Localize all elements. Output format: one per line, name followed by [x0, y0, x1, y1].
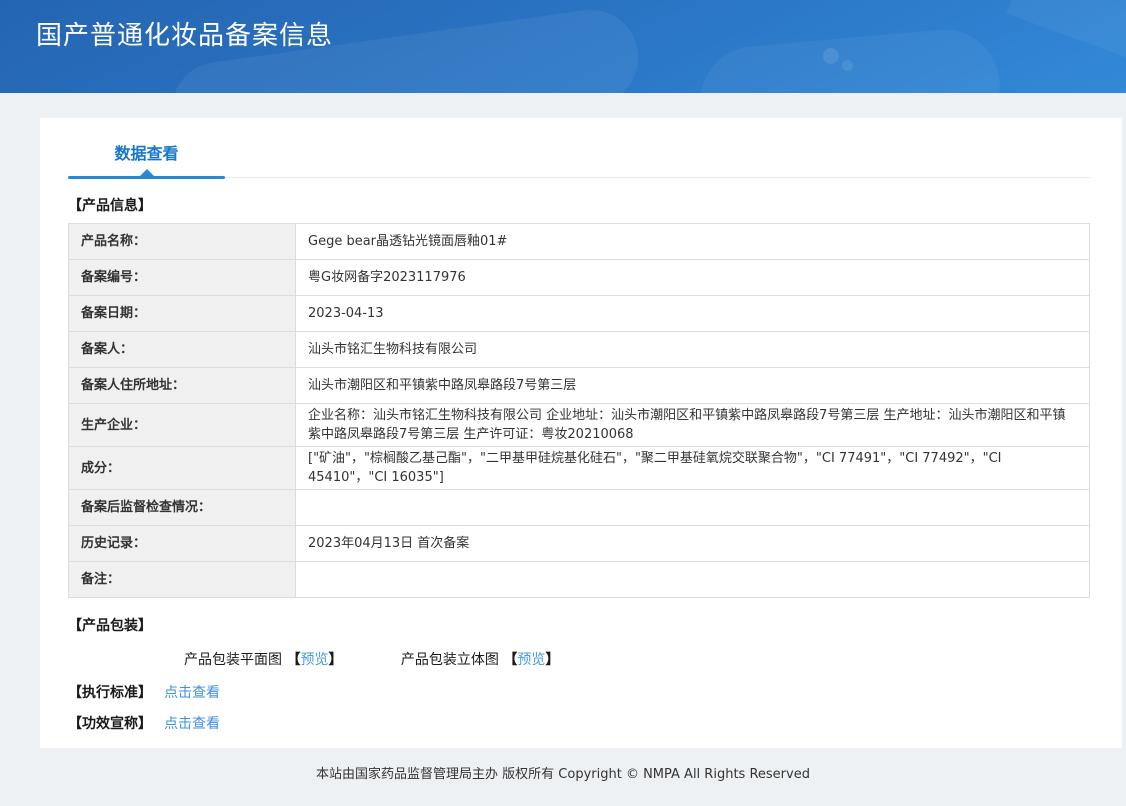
efficacy-claim-row: 【功效宣称】点击查看 [68, 711, 1090, 742]
table-row: 备注： [69, 562, 1090, 598]
row-label-product-name: 产品名称： [69, 224, 296, 260]
tab-data-view-label: 数据查看 [114, 144, 178, 163]
row-value-manufacturer: 企业名称：汕头市铭汇生物科技有限公司 企业地址：汕头市潮阳区和平镇紫中路凤皋路段… [296, 404, 1090, 447]
table-row: 历史记录： 2023年04月13日 首次备案 [69, 526, 1090, 562]
section-title-execution-standard: 【执行标准】 [68, 685, 152, 701]
row-value-registration-number: 粤G妆网备字2023117976 [296, 260, 1090, 296]
row-label-registration-number: 备案编号： [69, 260, 296, 296]
row-value-history: 2023年04月13日 首次备案 [296, 526, 1090, 562]
row-value-registrant-address: 汕头市潮阳区和平镇紫中路凤皋路段7号第三层 [296, 368, 1090, 404]
bracket-close: 】 [545, 652, 559, 668]
efficacy-claim-view-link[interactable]: 点击查看 [164, 716, 220, 732]
packaging-previews-row: 产品包装平面图 【预览】 产品包装立体图 【预览】 [80, 637, 1122, 673]
row-label-manufacturer: 生产企业： [69, 404, 296, 447]
table-row: 备案编号： 粤G妆网备字2023117976 [69, 260, 1090, 296]
tab-bar: 数据查看 [68, 118, 1090, 178]
page-title: 国产普通化妆品备案信息 [36, 15, 333, 52]
active-tab-arrow-icon [140, 169, 154, 176]
section-title-product-info: 【产品信息】 [68, 178, 1090, 223]
row-value-product-name: Gege bear晶透钻光镜面唇釉01# [296, 224, 1090, 260]
packaging-plan-label: 产品包装平面图 [184, 652, 282, 668]
active-tab-underline [68, 176, 225, 179]
packaging-solid-preview-link[interactable]: 预览 [517, 652, 545, 668]
section-title-efficacy-claim: 【功效宣称】 [68, 716, 152, 732]
product-info-table: 产品名称： Gege bear晶透钻光镜面唇釉01# 备案编号： 粤G妆网备字2… [68, 223, 1090, 598]
row-value-supervision-check [296, 490, 1090, 526]
header-decorative-circle [842, 60, 853, 71]
row-value-remarks [296, 562, 1090, 598]
packaging-plan-preview-link[interactable]: 预览 [300, 652, 328, 668]
header-decorative-circle [823, 48, 839, 64]
packaging-solid-label: 产品包装立体图 [401, 652, 499, 668]
packaging-plan-group: 产品包装平面图 【预览】 [184, 649, 342, 669]
row-label-ingredients: 成分： [69, 447, 296, 490]
page-header-banner: 国产普通化妆品备案信息 [0, 0, 1126, 93]
packaging-solid-group: 产品包装立体图 【预览】 [401, 649, 559, 669]
row-label-registrant: 备案人： [69, 332, 296, 368]
table-row: 备案人住所地址： 汕头市潮阳区和平镇紫中路凤皋路段7号第三层 [69, 368, 1090, 404]
table-row: 备案日期： 2023-04-13 [69, 296, 1090, 332]
row-value-ingredients: ["矿油"，"棕榈酸乙基己酯"，"二甲基甲硅烷基化硅石"，"聚二甲基硅氧烷交联聚… [296, 447, 1090, 490]
tab-data-view[interactable]: 数据查看 [68, 140, 225, 177]
table-row: 备案人： 汕头市铭汇生物科技有限公司 [69, 332, 1090, 368]
execution-standard-row: 【执行标准】点击查看 [68, 673, 1090, 711]
row-label-registration-date: 备案日期： [69, 296, 296, 332]
header-decorative-shape [696, 25, 1004, 93]
row-value-registrant: 汕头市铭汇生物科技有限公司 [296, 332, 1090, 368]
bracket-open: 【 [286, 652, 300, 668]
content-card: 数据查看 【产品信息】 产品名称： Gege bear晶透钻光镜面唇釉01# 备… [40, 118, 1122, 748]
row-value-registration-date: 2023-04-13 [296, 296, 1090, 332]
section-title-packaging: 【产品包装】 [68, 598, 1090, 637]
row-label-registrant-address: 备案人住所地址： [69, 368, 296, 404]
table-row: 成分： ["矿油"，"棕榈酸乙基己酯"，"二甲基甲硅烷基化硅石"，"聚二甲基硅氧… [69, 447, 1090, 490]
footer-copyright: 本站由国家药品监督管理局主办 版权所有 Copyright © NMPA All… [0, 748, 1126, 782]
execution-standard-view-link[interactable]: 点击查看 [164, 685, 220, 701]
header-decorative-shape [1007, 0, 1126, 62]
table-row: 生产企业： 企业名称：汕头市铭汇生物科技有限公司 企业地址：汕头市潮阳区和平镇紫… [69, 404, 1090, 447]
row-label-remarks: 备注： [69, 562, 296, 598]
row-label-supervision-check: 备案后监督检查情况： [69, 490, 296, 526]
table-row: 产品名称： Gege bear晶透钻光镜面唇釉01# [69, 224, 1090, 260]
bracket-close: 】 [328, 652, 342, 668]
row-label-history: 历史记录： [69, 526, 296, 562]
table-row: 备案后监督检查情况： [69, 490, 1090, 526]
bracket-open: 【 [503, 652, 517, 668]
